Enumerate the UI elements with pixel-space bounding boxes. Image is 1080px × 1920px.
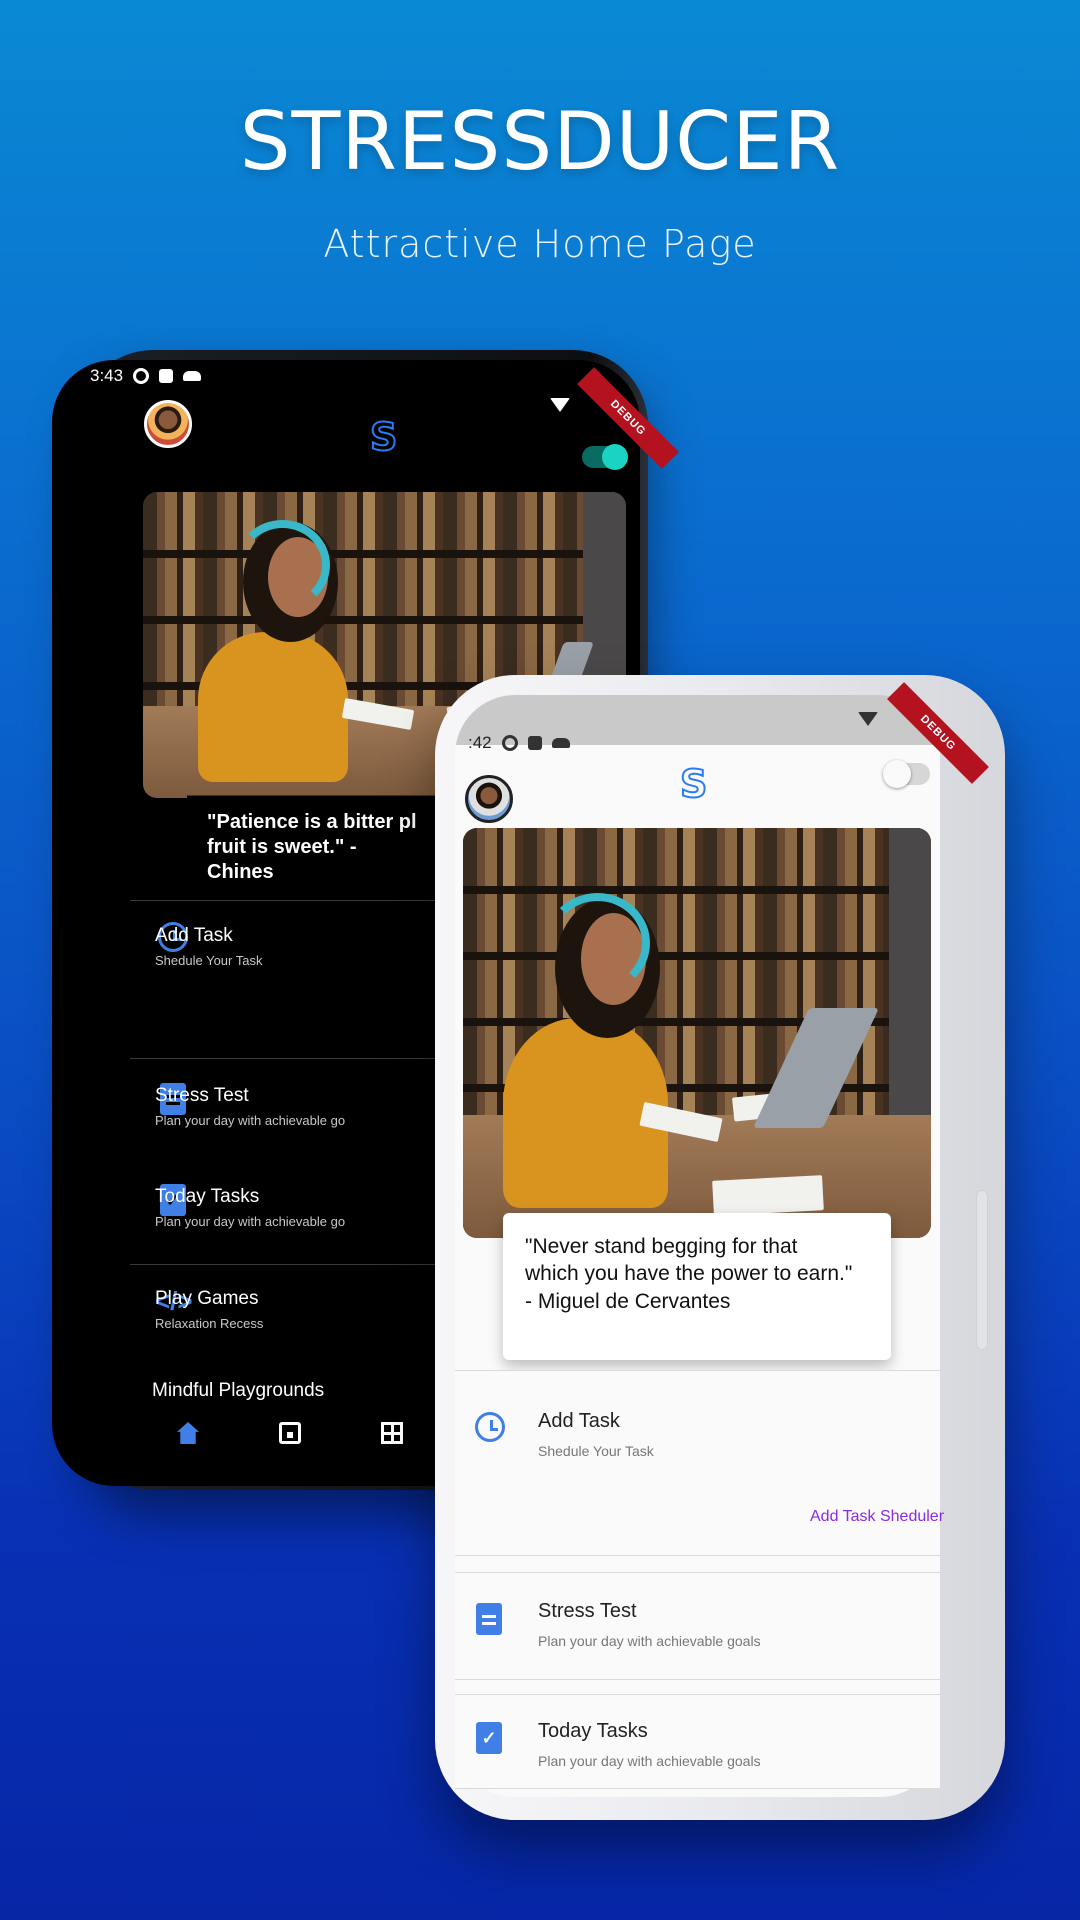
wifi-icon — [550, 398, 570, 412]
sd-card-icon — [159, 369, 174, 383]
hero-image — [463, 828, 931, 1238]
alarm-clock-icon — [475, 1412, 505, 1442]
item-subtitle: Plan your day with achievable goals — [538, 1633, 761, 1649]
app-logo-icon: S — [679, 761, 708, 807]
item-subtitle: Plan your day with achievable goals — [538, 1753, 761, 1769]
item-title: Today Tasks — [155, 1186, 260, 1207]
item-title: Add Task — [155, 925, 233, 946]
quote-text: "Patience is a bitter pl — [207, 811, 417, 833]
cloud-icon — [183, 371, 202, 381]
theme-toggle[interactable] — [582, 444, 628, 470]
quote-text-line2: fruit is sweet." - Chines — [207, 836, 357, 883]
section-label: Mindful Playgrounds — [152, 1380, 325, 1401]
status-time: :42 — [468, 733, 492, 752]
sd-card-icon — [527, 736, 542, 750]
quote-card: "Patience is a bitter pl fruit is sweet.… — [187, 795, 441, 883]
item-subtitle: Plan your day with achievable go — [155, 1113, 346, 1128]
avatar[interactable] — [144, 400, 192, 448]
add-task-scheduler-link[interactable]: Add Task Sheduler — [810, 1508, 944, 1526]
bottom-navbar — [130, 1410, 440, 1460]
list-item-stress-test[interactable]: Stress Test Plan your day with achievabl… — [155, 1085, 345, 1128]
quote-author: - Miguel de Cervantes — [525, 1289, 731, 1313]
cloud-icon — [551, 738, 570, 748]
theme-toggle[interactable] — [883, 760, 930, 788]
side-button — [976, 1190, 988, 1350]
hero-title: STRESSDUCER — [239, 95, 841, 188]
item-title: Play Games — [155, 1288, 259, 1309]
item-subtitle: Plan your day with achievable go — [155, 1214, 346, 1229]
document-icon — [476, 1603, 502, 1635]
list-item-add-task[interactable]: Add Task Shedule Your Task — [155, 925, 262, 968]
item-title: Add Task — [538, 1410, 620, 1432]
item-subtitle: Shedule Your Task — [155, 953, 263, 968]
grid-icon[interactable] — [381, 1422, 403, 1444]
headphones — [235, 520, 330, 610]
wifi-icon — [858, 712, 878, 726]
settings-icon — [501, 735, 518, 751]
person-body — [198, 632, 348, 782]
calendar-icon[interactable] — [279, 1422, 301, 1444]
paper-stack — [712, 1175, 824, 1216]
app-logo-icon: S — [369, 414, 398, 460]
hero-subtitle: Attractive Home Page — [323, 222, 757, 266]
quote-text-line1: "Never stand begging for that — [525, 1235, 798, 1258]
list-item-play-games[interactable]: Play Games Relaxation Recess — [155, 1288, 263, 1331]
settings-icon — [133, 368, 150, 384]
check-document-icon: ✓ — [476, 1722, 502, 1754]
item-title: Stress Test — [538, 1600, 637, 1622]
list-item-stress-test[interactable]: Stress Test Plan your day with achievabl… — [538, 1600, 761, 1649]
item-title: Stress Test — [155, 1085, 249, 1106]
light-status-icons: :42 — [468, 733, 570, 753]
list-item-today-tasks[interactable]: Today Tasks Plan your day with achievabl… — [538, 1720, 761, 1769]
card-add-task[interactable] — [455, 1370, 940, 1556]
avatar[interactable] — [465, 775, 513, 823]
item-title: Today Tasks — [538, 1720, 648, 1742]
home-icon[interactable] — [177, 1422, 199, 1444]
list-item-today-tasks[interactable]: Today Tasks Plan your day with achievabl… — [155, 1186, 345, 1229]
quote-text-line2: which you have the power to earn." — [525, 1262, 853, 1286]
status-time: 3:43 — [90, 366, 124, 385]
item-subtitle: Relaxation Recess — [155, 1316, 264, 1331]
quote-card: "Never stand begging for that which you … — [503, 1213, 891, 1360]
item-subtitle: Shedule Your Task — [538, 1443, 654, 1459]
dark-status-bar: 3:43 — [90, 366, 202, 386]
headphones — [545, 893, 650, 993]
list-item-add-task[interactable]: Add Task Shedule Your Task — [538, 1410, 654, 1459]
